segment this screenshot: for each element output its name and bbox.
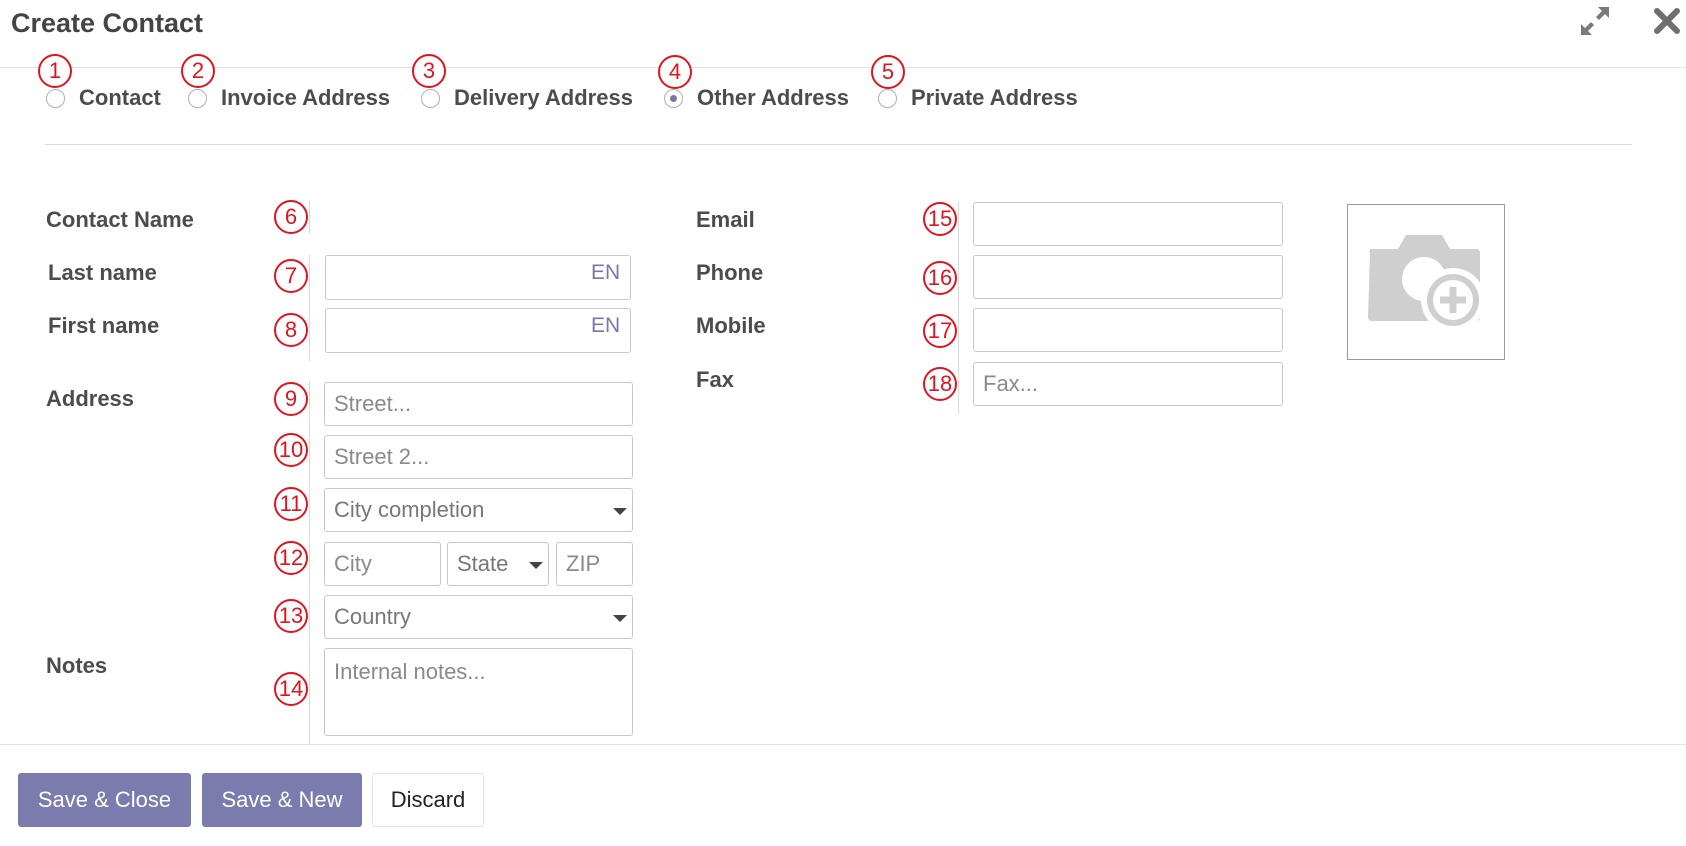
- radio-button[interactable]: [421, 88, 440, 108]
- footer-divider: [0, 744, 1686, 745]
- annotation-badge: 18: [923, 367, 957, 401]
- save-new-button[interactable]: Save & New: [202, 773, 362, 827]
- annotation-badge: 13: [274, 599, 308, 633]
- radio-label: Contact: [79, 85, 161, 110]
- dialog-header: Create Contact: [0, 0, 1686, 68]
- annotation-badge: 14: [274, 672, 308, 706]
- last-name-label: Last name: [48, 260, 157, 285]
- field-separator: [309, 200, 310, 233]
- select-placeholder: City completion: [334, 497, 485, 522]
- annotation-badge: 7: [274, 259, 308, 293]
- section-divider: [45, 144, 1632, 145]
- city-completion-select[interactable]: City completion: [324, 488, 633, 532]
- annotation-badge: 6: [274, 200, 308, 234]
- notes-textarea[interactable]: [324, 648, 633, 736]
- notes-label: Notes: [46, 653, 108, 678]
- radio-invoice-address[interactable]: Invoice Address: [188, 82, 390, 114]
- email-input[interactable]: [973, 202, 1283, 246]
- phone-label: Phone: [696, 260, 764, 285]
- city-input[interactable]: [324, 542, 441, 586]
- annotation-badge: 16: [923, 261, 957, 295]
- language-badge[interactable]: EN: [591, 261, 620, 285]
- chevron-down-icon: [613, 508, 627, 515]
- street-input[interactable]: [324, 382, 633, 426]
- annotation-badge: 2: [181, 54, 215, 88]
- zip-input[interactable]: [556, 542, 633, 586]
- field-separator: [309, 255, 310, 361]
- country-select[interactable]: Country: [324, 595, 633, 639]
- language-badge[interactable]: EN: [591, 314, 620, 338]
- select-placeholder: State: [457, 551, 509, 576]
- mobile-input[interactable]: [973, 308, 1283, 352]
- street2-input[interactable]: [324, 435, 633, 479]
- chevron-down-icon: [529, 562, 543, 569]
- mobile-label: Mobile: [696, 313, 766, 338]
- state-select[interactable]: State: [447, 542, 549, 586]
- first-name-label: First name: [48, 313, 160, 338]
- radio-label: Delivery Address: [454, 85, 633, 110]
- radio-private-address[interactable]: Private Address: [878, 82, 1078, 114]
- radio-label: Invoice Address: [221, 85, 391, 110]
- annotation-badge: 8: [274, 313, 308, 347]
- radio-button[interactable]: [188, 88, 207, 108]
- address-label: Address: [46, 386, 135, 411]
- annotation-badge: 1: [38, 54, 72, 88]
- annotation-badge: 12: [274, 541, 308, 575]
- radio-label: Other Address: [697, 85, 850, 110]
- address-type-radio-group: Contact Invoice Address Delivery Address…: [0, 82, 1120, 114]
- contact-name-label: Contact Name: [46, 207, 194, 232]
- fax-label: Fax: [696, 367, 734, 392]
- avatar-upload[interactable]: [1347, 204, 1505, 360]
- phone-input[interactable]: [973, 255, 1283, 299]
- annotation-badge: 9: [274, 382, 308, 416]
- annotation-badge: 10: [274, 433, 308, 467]
- expand-icon[interactable]: [1578, 4, 1612, 38]
- camera-plus-icon: [1368, 235, 1485, 332]
- email-label: Email: [696, 207, 755, 232]
- radio-label: Private Address: [911, 85, 1078, 110]
- annotation-badge: 4: [658, 55, 692, 89]
- radio-contact[interactable]: Contact: [46, 82, 161, 114]
- radio-button[interactable]: [878, 88, 897, 108]
- field-separator: [309, 381, 310, 744]
- radio-button-checked[interactable]: [664, 88, 683, 108]
- radio-button[interactable]: [46, 88, 65, 108]
- chevron-down-icon: [613, 615, 627, 622]
- annotation-badge: 3: [412, 54, 446, 88]
- annotation-badge: 5: [871, 55, 905, 89]
- annotation-badge: 11: [274, 487, 308, 521]
- annotation-badge: 15: [923, 202, 957, 236]
- save-close-button[interactable]: Save & Close: [18, 773, 191, 827]
- discard-button[interactable]: Discard: [372, 773, 484, 827]
- last-name-input[interactable]: [325, 255, 631, 300]
- fax-input[interactable]: [973, 362, 1283, 406]
- field-separator: [958, 202, 959, 414]
- first-name-input[interactable]: [325, 308, 631, 353]
- dialog-title: Create Contact: [11, 8, 204, 38]
- annotation-badge: 17: [923, 314, 957, 348]
- radio-delivery-address[interactable]: Delivery Address: [421, 82, 633, 114]
- select-placeholder: Country: [334, 604, 412, 629]
- radio-other-address[interactable]: Other Address: [664, 82, 849, 114]
- close-icon[interactable]: [1650, 4, 1684, 38]
